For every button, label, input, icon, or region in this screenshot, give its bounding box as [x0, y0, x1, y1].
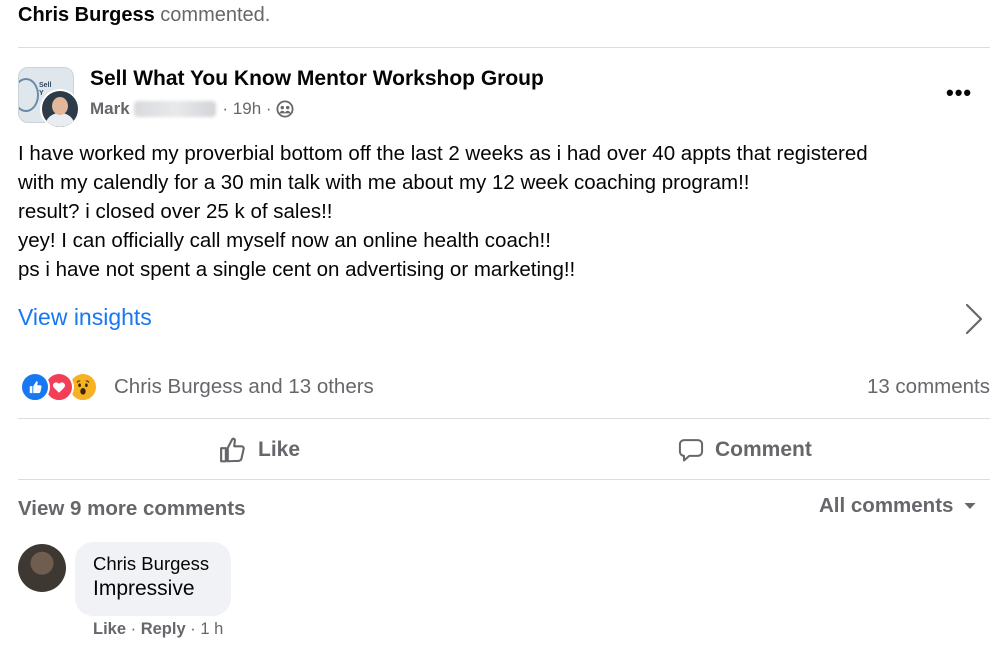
comment-text: Impressive	[93, 577, 195, 600]
actions-divider-top	[18, 418, 990, 419]
comments-filter-dropdown[interactable]: All comments	[819, 494, 977, 518]
author-avatar[interactable]	[40, 89, 80, 129]
comment-label: Comment	[715, 438, 812, 461]
post-meta: Mark · 19h ·	[90, 99, 294, 119]
post-body: I have worked my proverbial bottom off t…	[18, 142, 868, 281]
like-label: Like	[258, 438, 301, 461]
comments-count[interactable]: 13 comments	[867, 375, 990, 399]
activity-action: commented.	[160, 4, 271, 26]
chevron-right-icon[interactable]	[962, 303, 986, 335]
post-options-button[interactable]: •••	[946, 80, 972, 106]
reaction-icons[interactable]	[20, 372, 98, 402]
redacted-name	[133, 101, 216, 117]
comment-time[interactable]: 1 h	[200, 620, 223, 638]
comment-like-link[interactable]: Like	[93, 620, 126, 638]
like-button[interactable]: Like	[218, 432, 300, 468]
caret-down-icon	[964, 503, 976, 509]
post-author[interactable]: Mark	[90, 99, 130, 119]
activity-actor[interactable]: Chris Burgess	[18, 4, 155, 26]
thumbs-up-icon	[220, 437, 245, 463]
commenter-avatar[interactable]	[18, 544, 66, 592]
view-more-comments-link[interactable]: View 9 more comments	[18, 497, 246, 521]
post-time[interactable]: 19h	[233, 99, 261, 119]
group-audience-icon	[276, 100, 294, 118]
reaction-summary[interactable]: Chris Burgess and 13 others	[114, 375, 374, 399]
comments-filter-label: All comments	[819, 494, 954, 517]
comment-bubble-icon	[678, 439, 704, 462]
view-insights-link[interactable]: View insights	[18, 304, 152, 331]
header-divider	[18, 47, 990, 48]
actions-divider-bottom	[18, 479, 990, 480]
comment-reply-link[interactable]: Reply	[141, 620, 186, 638]
meta-separator: ·	[261, 99, 277, 118]
commenter-name[interactable]: Chris Burgess	[93, 553, 209, 575]
activity-notice: Chris Burgess commented.	[18, 4, 270, 27]
comment-actions-separator: ·	[190, 620, 201, 638]
comment-actions: Like · Reply · 1 h	[93, 620, 223, 639]
like-reaction-icon	[20, 372, 50, 402]
group-name-link[interactable]: Sell What You Know Mentor Workshop Group	[90, 67, 544, 91]
meta-separator: ·	[217, 99, 233, 118]
comment-actions-separator: ·	[130, 620, 141, 638]
comment-button[interactable]: Comment	[677, 432, 812, 468]
